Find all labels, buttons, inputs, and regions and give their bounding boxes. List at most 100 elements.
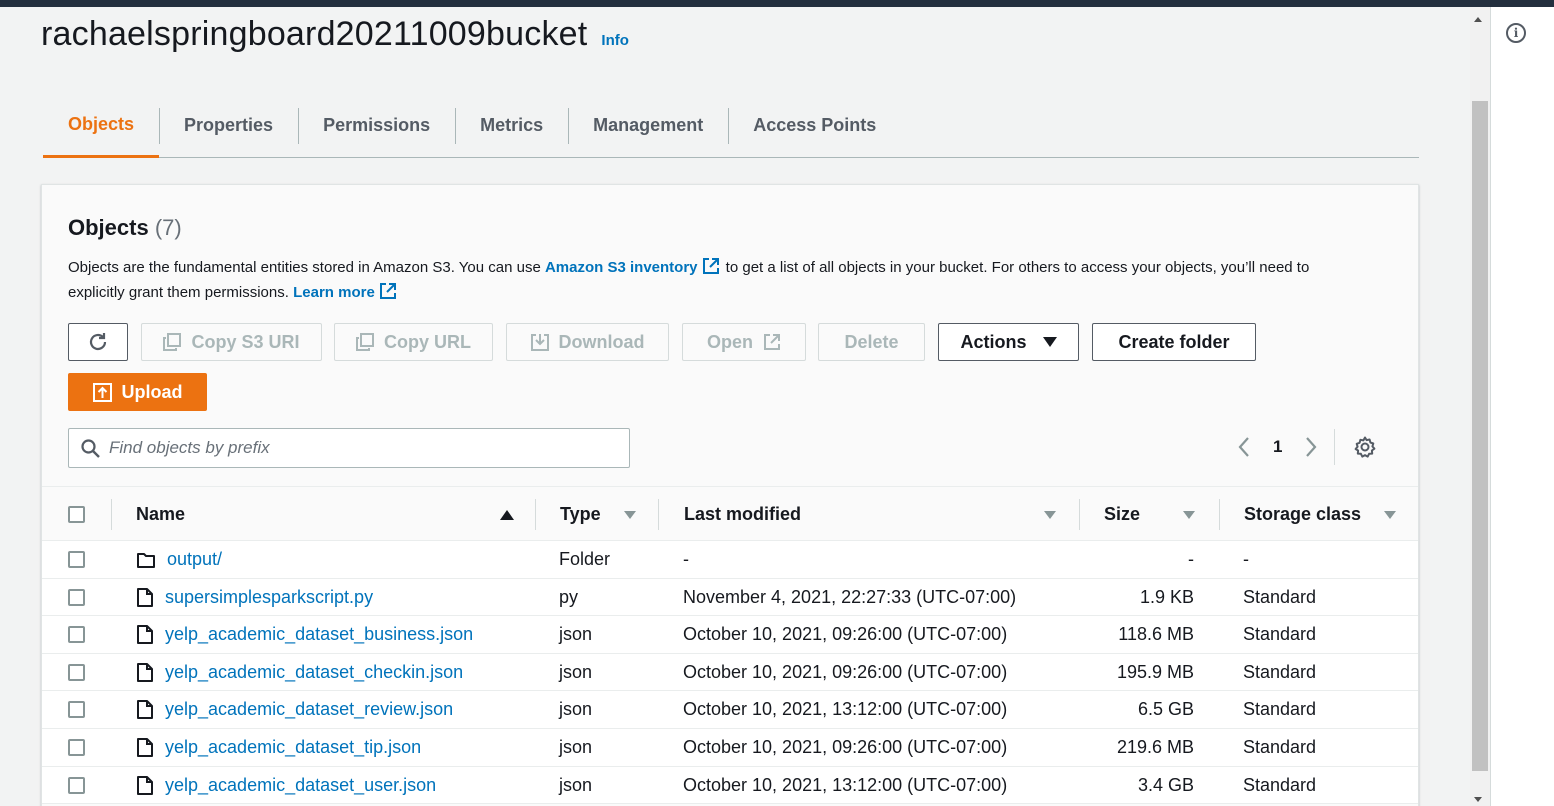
external-link-icon (702, 258, 719, 274)
object-name-link[interactable]: yelp_academic_dataset_business.json (165, 624, 473, 645)
gear-icon[interactable] (1353, 435, 1377, 459)
last-modified-cell: October 10, 2021, 13:12:00 (UTC-07:00) (683, 699, 1008, 720)
objects-description: Objects are the fundamental entities sto… (68, 255, 1368, 305)
table-row[interactable]: yelp_academic_dataset_tip.json json Octobe… (42, 728, 1418, 767)
size-cell: 3.4 GB (1137, 774, 1194, 795)
create-folder-button[interactable]: Create folder (1092, 323, 1256, 361)
row-checkbox[interactable] (68, 626, 85, 644)
search-input[interactable] (109, 438, 629, 458)
folder-icon (137, 551, 155, 569)
name-cell: yelp_academic_dataset_tip.json (137, 729, 421, 766)
s3-inventory-link[interactable]: Amazon S3 inventory (545, 259, 698, 276)
type-cell: py (559, 586, 579, 607)
tab-objects[interactable]: Objects (43, 94, 160, 158)
column-divider (535, 499, 536, 530)
copy-s3-uri-button[interactable]: Copy S3 URI (141, 323, 322, 361)
last-modified-cell: October 10, 2021, 09:26:00 (UTC-07:00) (683, 736, 1008, 757)
column-size[interactable]: Size (1104, 487, 1195, 542)
upload-button[interactable]: Upload (68, 373, 207, 411)
sort-ascending-icon (500, 509, 514, 520)
table-row[interactable]: output/Folder - - - (42, 541, 1418, 579)
last-modified-cell: - (683, 549, 689, 569)
objects-heading: Objects (7) (68, 215, 182, 241)
delete-label: Delete (844, 331, 899, 352)
table-row[interactable]: yelp_academic_dataset_checkin.json json Oc… (42, 653, 1418, 692)
name-cell: supersimplesparkscript.py (137, 579, 373, 616)
column-name[interactable]: Name (136, 487, 514, 542)
table-row[interactable]: supersimplesparkscript.py py November 4, 2… (42, 578, 1418, 617)
copy-icon (356, 333, 374, 351)
upload-label: Upload (121, 381, 183, 402)
object-name-link[interactable]: yelp_academic_dataset_review.json (165, 699, 453, 720)
open-button[interactable]: Open (682, 323, 806, 361)
copy-url-button[interactable]: Copy URL (334, 323, 493, 361)
row-select-cell (68, 654, 85, 691)
name-cell: yelp_academic_dataset_review.json (137, 691, 453, 728)
tab-management[interactable]: Management (568, 94, 728, 157)
row-checkbox[interactable] (68, 588, 85, 606)
scroll-up-icon[interactable] (1474, 17, 1482, 22)
object-name-link[interactable]: yelp_academic_dataset_tip.json (165, 737, 421, 758)
row-select-cell (68, 691, 85, 728)
scrollbar-thumb[interactable] (1472, 101, 1488, 771)
sort-icon (1183, 510, 1195, 519)
row-select-cell (68, 729, 85, 766)
column-storage-class[interactable]: Storage class (1244, 487, 1396, 542)
refresh-button[interactable] (68, 323, 128, 361)
info-icon[interactable]: i (1506, 23, 1526, 43)
pagination: 1 (1237, 429, 1377, 465)
type-cell: json (559, 736, 593, 757)
object-name-link[interactable]: output/ (167, 549, 222, 570)
column-size-label: Size (1104, 504, 1141, 524)
delete-button[interactable]: Delete (818, 323, 925, 361)
create-folder-label: Create folder (1118, 331, 1230, 352)
table-row[interactable]: yelp_academic_dataset_review.json json Oct… (42, 691, 1418, 729)
row-checkbox[interactable] (68, 738, 85, 756)
row-checkbox[interactable] (68, 701, 85, 719)
current-page[interactable]: 1 (1273, 437, 1282, 457)
row-select-cell (68, 616, 85, 653)
scroll-down-icon[interactable] (1474, 797, 1482, 802)
tab-properties[interactable]: Properties (159, 94, 298, 157)
chevron-right-icon[interactable] (1304, 436, 1318, 458)
info-link[interactable]: Info (601, 32, 629, 49)
tab-access-points[interactable]: Access Points (728, 94, 901, 157)
actions-label: Actions (960, 331, 1027, 352)
column-divider (111, 499, 112, 530)
storage-class-cell: Standard (1243, 736, 1317, 757)
external-link-icon (764, 334, 780, 350)
object-name-link[interactable]: yelp_academic_dataset_user.json (165, 775, 436, 796)
tab-permissions[interactable]: Permissions (298, 94, 455, 157)
column-last-modified-label: Last modified (684, 504, 802, 524)
column-type[interactable]: Type (560, 487, 636, 542)
table-row[interactable]: yelp_academic_dataset_user.json json Octob… (42, 766, 1418, 805)
type-cell: json (559, 699, 593, 720)
copy-icon (163, 333, 182, 351)
select-all-checkbox[interactable] (68, 506, 85, 523)
download-button[interactable]: Download (506, 323, 669, 361)
table-row[interactable]: yelp_academic_dataset_business.json json O… (42, 616, 1418, 654)
learn-more-link[interactable]: Learn more (293, 284, 375, 301)
row-checkbox[interactable] (68, 663, 85, 681)
column-last-modified[interactable]: Last modified (684, 487, 1056, 542)
objects-table: Name Type Last modified Size Storage cla… (42, 486, 1418, 805)
chevron-left-icon[interactable] (1237, 436, 1251, 458)
vertical-scrollbar[interactable] (1470, 7, 1490, 806)
copy-url-label: Copy URL (384, 331, 471, 352)
column-type-label: Type (560, 504, 601, 524)
storage-class-cell: Standard (1243, 586, 1317, 607)
download-icon (530, 334, 549, 351)
storage-class-cell: Standard (1243, 661, 1317, 682)
object-name-link[interactable]: supersimplesparkscript.py (165, 587, 373, 608)
row-checkbox[interactable] (68, 551, 85, 568)
tab-metrics[interactable]: Metrics (455, 94, 568, 157)
row-checkbox[interactable] (68, 776, 85, 794)
last-modified-cell: October 10, 2021, 09:26:00 (UTC-07:00) (683, 661, 1008, 682)
actions-dropdown[interactable]: Actions (938, 323, 1079, 361)
storage-class-cell: Standard (1243, 624, 1317, 645)
object-name-link[interactable]: yelp_academic_dataset_checkin.json (165, 662, 463, 683)
type-cell: json (559, 661, 593, 682)
file-icon (137, 775, 153, 795)
external-link-icon (379, 283, 396, 299)
main-content: rachaelspringboard20211009bucket Info Ob… (0, 7, 1470, 806)
